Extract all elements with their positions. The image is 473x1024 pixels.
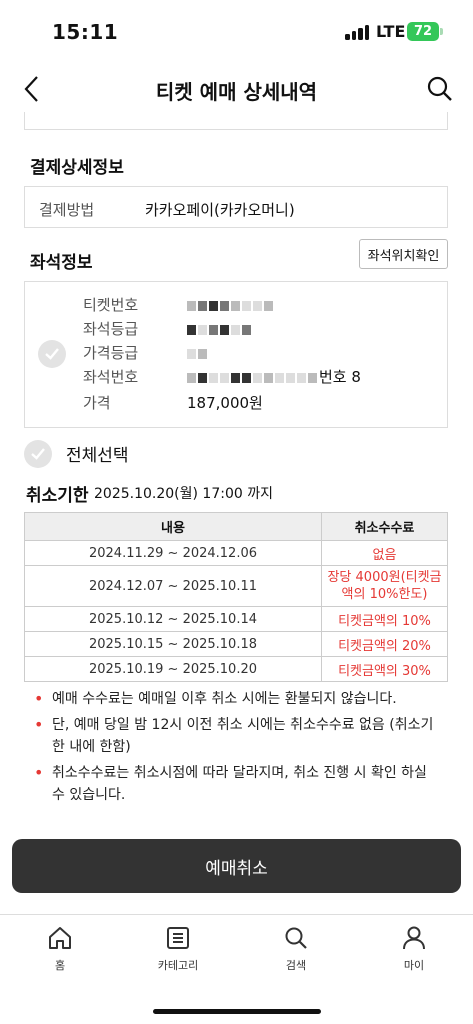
tab-home-label: 홈 [54,959,66,972]
table-header-fee: 취소수수료 [321,512,448,541]
seat-grade-label: 좌석등급 [83,320,139,338]
fee-amount: 티켓금액의 20% [321,631,448,657]
payment-method-box: 결제방법 카카오페이(카카오머니) [24,186,448,228]
fee-period: 2025.10.12 ~ 2025.10.14 [24,606,322,632]
back-arrow-icon[interactable] [18,74,48,104]
table-header-period: 내용 [24,512,322,541]
notice-item: 예매 수수료는 예매일 이후 취소 시에는 환불되지 않습니다. [34,688,444,710]
ticket-number-label: 티켓번호 [83,296,139,314]
signal-icon [345,25,371,40]
home-indicator [153,1009,321,1014]
status-bar: 15:11 LTE 72 [0,0,473,62]
tab-search-label: 검색 [285,959,307,972]
table-header-row: 내용 취소수수료 [24,512,448,541]
fee-period: 2025.10.19 ~ 2025.10.20 [24,656,322,682]
notice-item: 취소수수료는 취소시점에 따라 달라지며, 취소 진행 시 확인 하실 수 있습… [34,762,444,806]
check-icon [45,348,59,360]
ticket-number-value-masked [187,294,275,316]
tab-my[interactable]: 마이 [374,925,454,973]
payment-section-title: 결제상세정보 [30,158,124,178]
notice-item: 단, 예매 당일 밤 12시 이전 취소 시에는 취소수수료 없음 (취소기한 … [34,714,444,758]
tab-category[interactable]: 카테고리 [138,925,218,973]
table-row: 2025.10.19 ~ 2025.10.20 티켓금액의 30% [24,656,448,682]
seat-position-button[interactable]: 좌석위치확인 [359,239,448,269]
seat-section-title: 좌석정보 [30,253,93,273]
cancel-fee-table: 내용 취소수수료 2024.11.29 ~ 2024.12.06 없음 2024… [24,512,448,682]
seat-number-suffix: 번호 8 [319,368,361,386]
payment-method-value: 카카오페이(카카오머니) [145,201,295,219]
fee-amount: 티켓금액의 30% [321,656,448,682]
tab-category-label: 카테고리 [157,959,199,972]
payment-method-label: 결제방법 [39,201,95,219]
table-row: 2024.12.07 ~ 2025.10.11 장당 4000원(티켓금액의 1… [24,565,448,607]
search-icon[interactable] [425,74,455,104]
battery-tip [440,28,443,35]
person-icon [403,926,425,950]
fee-period: 2024.12.07 ~ 2025.10.11 [24,565,322,607]
seat-grade-value-masked [187,318,253,340]
seat-info-box: 티켓번호 좌석등급 가격등급 좌석번호 번호 8 가격 187,000원 [24,281,448,428]
previous-card-edge [24,112,448,130]
search-icon [285,927,307,949]
cancel-reservation-button[interactable]: 예매취소 [12,839,461,893]
home-icon [49,927,71,949]
fee-period: 2024.11.29 ~ 2024.12.06 [24,540,322,566]
fee-amount: 없음 [321,540,448,566]
table-row: 2025.10.12 ~ 2025.10.14 티켓금액의 10% [24,606,448,632]
cancel-deadline-title: 취소기한 [26,486,89,506]
table-row: 2025.10.15 ~ 2025.10.18 티켓금액의 20% [24,631,448,657]
price-grade-value-masked [187,342,209,364]
bottom-tab-bar: 홈 카테고리 검색 마이 [0,914,473,1024]
price-value: 187,000원 [187,394,263,412]
tab-search[interactable]: 검색 [256,925,336,973]
price-grade-label: 가격등급 [83,344,139,362]
tab-my-label: 마이 [403,959,425,972]
header: 티켓 예매 상세내역 [0,62,473,118]
notice-list: 예매 수수료는 예매일 이후 취소 시에는 환불되지 않습니다. 단, 예매 당… [34,688,444,810]
page-title: 티켓 예매 상세내역 [155,80,318,104]
select-all-checkbox[interactable] [24,440,52,468]
list-icon [167,927,189,949]
tab-home[interactable]: 홈 [20,925,100,973]
check-icon [31,448,45,460]
seat-number-value: 번호 8 [187,366,361,388]
ticket-checkbox[interactable] [38,340,66,368]
seat-number-label: 좌석번호 [83,368,139,386]
network-type: LTE [376,22,406,41]
fee-period: 2025.10.15 ~ 2025.10.18 [24,631,322,657]
cancel-deadline-value: 2025.10.20(월) 17:00 까지 [94,486,273,502]
fee-amount: 티켓금액의 10% [321,606,448,632]
select-all-label[interactable]: 전체선택 [66,441,129,466]
price-label: 가격 [83,394,111,412]
fee-amount: 장당 4000원(티켓금액의 10%한도) [321,565,448,607]
battery-icon: 72 [407,22,439,41]
status-time: 15:11 [52,20,119,44]
table-row: 2024.11.29 ~ 2024.12.06 없음 [24,540,448,566]
